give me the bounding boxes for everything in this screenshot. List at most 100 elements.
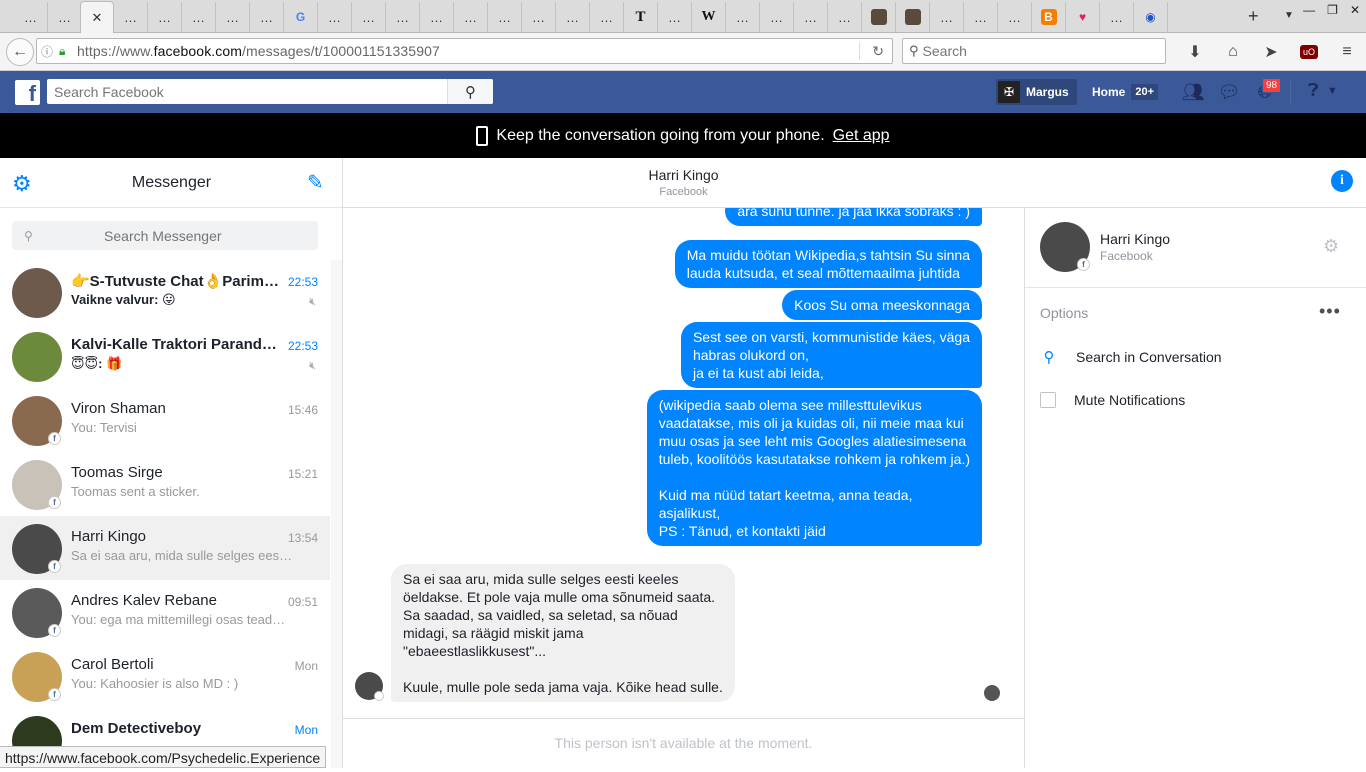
home-button[interactable]: Home 20+	[1092, 79, 1159, 105]
browser-tab[interactable]: …	[726, 2, 760, 32]
friend-requests-icon[interactable]: 👥︎	[1180, 79, 1206, 105]
sent-message-bubble[interactable]: ära suhu tunne. ja jaa ikka sõbraks : )	[725, 208, 982, 226]
browser-tab[interactable]: …	[828, 2, 862, 32]
browser-tab[interactable]: T	[624, 2, 658, 32]
scrollbar[interactable]	[331, 260, 342, 768]
tab-label: …	[804, 9, 817, 25]
browser-tab[interactable]	[896, 2, 930, 32]
browser-tab[interactable]: ✕	[80, 1, 114, 33]
browser-tab[interactable]: W	[692, 2, 726, 32]
browser-tab[interactable]: …	[386, 2, 420, 32]
messenger-icon[interactable]: 💬︎	[1216, 79, 1242, 105]
hamburger-menu-icon[interactable]: ≡	[1328, 39, 1366, 65]
tab-label: …	[396, 9, 409, 25]
conversation-time: 15:21	[287, 467, 318, 481]
help-icon[interactable]: ❓︎	[1308, 80, 1319, 101]
browser-search-input[interactable]	[922, 43, 1143, 59]
browser-tab[interactable]: …	[522, 2, 556, 32]
facebook-search-button[interactable]: ⚲	[447, 79, 493, 104]
sent-message-bubble[interactable]: Sest see on varsti, kommunistide käes, v…	[680, 322, 982, 388]
conversation-name: Viron Shaman	[71, 400, 166, 417]
facebook-search-box[interactable]: ⚲	[47, 79, 493, 104]
browser-tab[interactable]: …	[1100, 2, 1134, 32]
messenger-search-input[interactable]	[32, 227, 293, 244]
contact-subtitle: Facebook	[1100, 249, 1153, 263]
conversation-list-item[interactable]: f Carol Bertoli Mon You: Kahoosier is also …	[0, 644, 330, 708]
close-window-icon[interactable]: ✕	[1350, 3, 1360, 17]
browser-tab[interactable]: …	[454, 2, 488, 32]
browser-tab[interactable]: …	[148, 2, 182, 32]
browser-tab[interactable]: G	[284, 2, 318, 32]
info-icon[interactable]: ⓘ	[41, 43, 59, 60]
tab-label: …	[328, 9, 341, 25]
home-icon[interactable]: ⌂	[1214, 39, 1252, 65]
compose-icon[interactable]: ✎	[307, 170, 324, 195]
conversation-list-item[interactable]: Kalvi-Kalle Traktori Parandu… 22:53 😇😇: 🎁 🔇…	[0, 324, 330, 388]
browser-tab[interactable]: …	[114, 2, 148, 32]
facebook-logo-icon[interactable]: f	[15, 80, 40, 105]
browser-tab[interactable]: B	[1032, 2, 1066, 32]
send-icon[interactable]: ➤	[1252, 39, 1290, 65]
browser-tab[interactable]: …	[590, 2, 624, 32]
minimize-icon[interactable]: —	[1303, 3, 1315, 17]
received-message-bubble[interactable]: Sa ei saa aru, mida sulle selges eesti k…	[391, 564, 735, 702]
download-icon[interactable]: ⬇	[1176, 39, 1214, 65]
restore-icon[interactable]: ❐	[1327, 3, 1338, 17]
browser-tab[interactable]: …	[318, 2, 352, 32]
sent-message-bubble[interactable]: Ma muidu töötan Wikipedia,s tahtsin Su s…	[674, 240, 982, 288]
help-menu[interactable]: ❓︎ ▼	[1308, 80, 1338, 101]
tab-list-icon[interactable]: ▼	[1284, 10, 1294, 21]
browser-tab[interactable]: …	[760, 2, 794, 32]
browser-tab[interactable]: …	[250, 2, 284, 32]
browser-tab[interactable]: …	[998, 2, 1032, 32]
mute-checkbox[interactable]	[1040, 392, 1056, 408]
browser-tab[interactable]: ♥	[1066, 2, 1100, 32]
browser-tab[interactable]: …	[556, 2, 590, 32]
browser-tab[interactable]: …	[964, 2, 998, 32]
back-button[interactable]: ←	[6, 38, 34, 66]
browser-tab[interactable]: …	[420, 2, 454, 32]
sent-message-bubble[interactable]: (wikipedia saab olema see millesttulevik…	[646, 390, 982, 546]
tab-label: …	[226, 9, 239, 25]
browser-tab[interactable]: …	[794, 2, 828, 32]
chevron-down-icon[interactable]: ▼	[1327, 85, 1338, 97]
url-bar[interactable]: ⓘ 🔒︎ https://www.facebook.com/messages/t…	[36, 38, 893, 64]
browser-tab[interactable]: …	[48, 2, 82, 32]
browser-tab[interactable]: …	[216, 2, 250, 32]
profile-button[interactable]: ✠ Margus	[996, 79, 1077, 105]
tab-label: …	[600, 9, 613, 25]
contact-name[interactable]: Harri Kingo	[1100, 231, 1170, 247]
facebook-search-input[interactable]	[47, 83, 447, 100]
mute-notifications-toggle[interactable]: Mute Notifications	[1040, 392, 1185, 408]
messenger-search-box[interactable]: ⚲	[12, 221, 318, 250]
tab-label: …	[158, 9, 171, 25]
tab-favicon-icon	[870, 9, 887, 25]
browser-tab[interactable]: …	[930, 2, 964, 32]
browser-tab[interactable]: ◉	[1134, 2, 1168, 32]
tab-close-icon[interactable]: ✕	[92, 10, 103, 26]
browser-tab[interactable]: …	[488, 2, 522, 32]
tab-label: …	[668, 9, 681, 25]
conversation-list-item[interactable]: f Andres Kalev Rebane 09:51 You: ega ma mit…	[0, 580, 330, 644]
browser-tab[interactable]: …	[14, 2, 48, 32]
conversation-list-item[interactable]: f Harri Kingo 13:54 Sa ei saa aru, mida sul…	[0, 516, 330, 580]
info-icon[interactable]: i	[1331, 170, 1353, 192]
conversation-list-item[interactable]: 👉S-Tutvuste Chat👌Parim … 22:53 Vaikne valv…	[0, 260, 330, 324]
search-in-conversation-button[interactable]: ⚲ Search in Conversation	[1040, 348, 1222, 366]
reload-icon[interactable]: ↻	[872, 43, 884, 60]
conversation-list-item[interactable]: f Viron Shaman 15:46 You: Tervisi	[0, 388, 330, 452]
browser-tab[interactable]: …	[182, 2, 216, 32]
more-options-icon[interactable]: •••	[1319, 301, 1341, 322]
get-app-link[interactable]: Get app	[833, 127, 890, 145]
browser-search-box[interactable]: ⚲	[902, 38, 1166, 64]
conversation-details: f Harri Kingo Facebook ⚙ Options ••• ⚲ S…	[1024, 208, 1366, 768]
facebook-badge-icon	[374, 691, 384, 701]
sent-message-bubble[interactable]: Koos Su oma meeskonnaga	[782, 290, 982, 320]
browser-tab[interactable]: …	[352, 2, 386, 32]
browser-tab[interactable]: …	[658, 2, 692, 32]
ublock-icon[interactable]: uO	[1290, 39, 1328, 65]
new-tab-icon[interactable]: +	[1248, 6, 1259, 27]
gear-icon[interactable]: ⚙	[1323, 236, 1339, 257]
conversation-list-item[interactable]: f Toomas Sirge 15:21 Toomas sent a sticker.	[0, 452, 330, 516]
browser-tab[interactable]	[862, 2, 896, 32]
